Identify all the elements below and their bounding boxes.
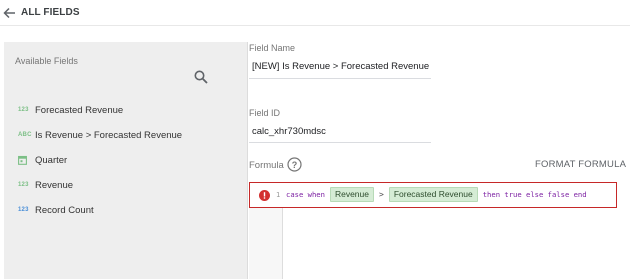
number-type-icon: 123 — [18, 107, 29, 113]
formula-code[interactable]: case when Revenue > Forecasted Revenue t… — [286, 185, 587, 203]
field-label: Forecasted Revenue — [35, 105, 124, 116]
formula-label: Formula — [249, 160, 284, 171]
error-line[interactable]: 1 case when Revenue > Forecasted Revenue… — [249, 182, 617, 208]
number-type-icon: 123 — [18, 207, 29, 213]
field-chip-forecasted-revenue[interactable]: Forecasted Revenue — [388, 186, 478, 202]
keyword-then-else-end: then true else false end — [482, 189, 587, 199]
field-chip-revenue[interactable]: Revenue — [329, 186, 374, 202]
field-label: Record Count — [35, 205, 94, 216]
field-item-record-count[interactable]: 123 Record Count — [4, 202, 248, 220]
number-type-icon: 123 — [18, 182, 29, 188]
arrow-left-icon[interactable] — [2, 6, 16, 20]
field-item-forecasted-revenue[interactable]: 123 Forecasted Revenue — [4, 102, 248, 120]
line-number: 1 — [276, 191, 281, 199]
svg-text:?: ? — [292, 160, 298, 170]
search-icon[interactable] — [194, 70, 208, 84]
calendar-icon — [18, 155, 27, 165]
keyword-case-when: case when — [286, 189, 325, 199]
operator-greater-than: > — [378, 189, 384, 199]
field-id-label: Field ID — [249, 108, 281, 118]
field-id-underline — [249, 142, 431, 143]
field-label: Quarter — [35, 155, 68, 166]
field-label: Is Revenue > Forecasted Revenue — [35, 130, 183, 141]
available-fields-title: Available Fields — [15, 56, 78, 66]
field-name-label: Field Name — [249, 43, 296, 53]
field-item-is-revenue[interactable]: ABC Is Revenue > Forecasted Revenue — [4, 127, 248, 145]
help-circle-icon[interactable]: ? — [287, 157, 302, 172]
all-fields-title[interactable]: ALL FIELDS — [21, 7, 80, 18]
format-formula-button[interactable]: FORMAT FORMULA — [535, 159, 626, 170]
field-label: Revenue — [35, 180, 74, 191]
field-id-input[interactable]: calc_xhr730mdsc — [252, 126, 326, 137]
field-item-quarter[interactable]: Quarter — [4, 152, 248, 170]
available-fields-panel: Available Fields 123 Forecasted Revenue … — [4, 42, 248, 279]
field-name-input[interactable]: [NEW] Is Revenue > Forecasted Revenue — [252, 61, 429, 72]
field-item-revenue[interactable]: 123 Revenue — [4, 177, 248, 195]
field-name-underline — [249, 78, 431, 79]
formula-editor[interactable]: 1 case when Revenue > Forecasted Revenue… — [249, 182, 630, 279]
error-icon — [259, 190, 270, 201]
text-type-icon: ABC — [18, 132, 32, 138]
top-bar: ALL FIELDS — [0, 0, 630, 26]
